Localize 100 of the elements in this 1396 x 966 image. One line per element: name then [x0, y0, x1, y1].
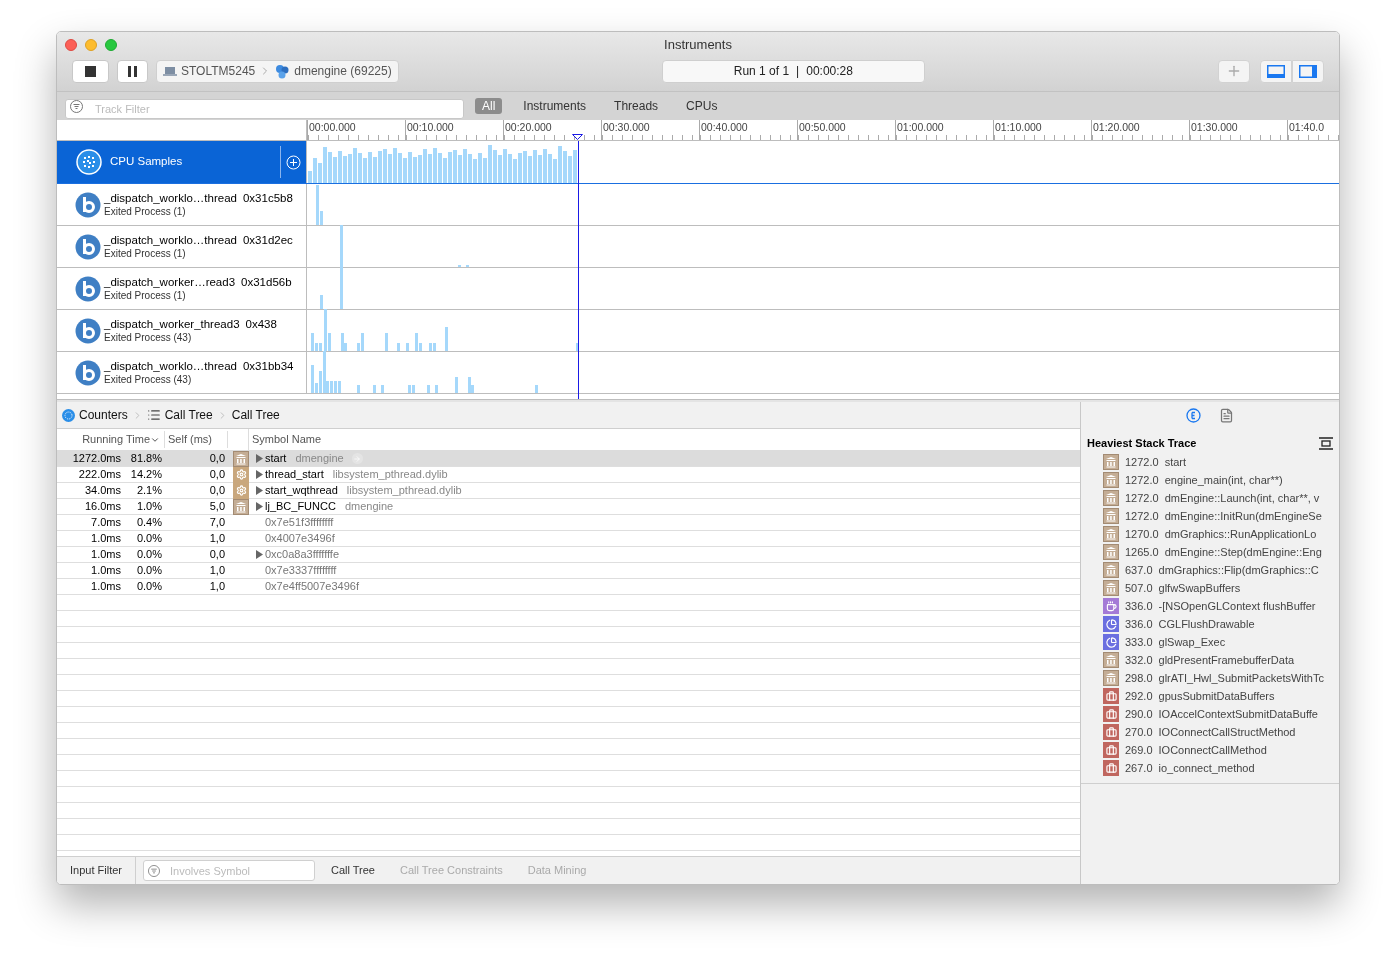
- call-tree-row[interactable]: 1.0ms 0.0% 1,0 0x7e3337ffffffff: [57, 563, 1080, 579]
- breadcrumb-item[interactable]: Counters: [79, 406, 128, 424]
- call-tree-row[interactable]: 222.0ms 14.2% 0,0 thread_start libsystem_pthread.dylib: [57, 467, 1080, 483]
- stack-frame-row[interactable]: 1272.0 engine_main(int, char**): [1103, 471, 1339, 489]
- stack-frame-row[interactable]: 333.0 glSwap_Exec: [1103, 633, 1339, 651]
- target-device: STOLTM5245: [181, 63, 256, 80]
- stack-frame-row[interactable]: 270.0 IOConnectCallStructMethod: [1103, 723, 1339, 741]
- track-filter-field[interactable]: Track Filter: [65, 99, 464, 119]
- column-header[interactable]: Self (ms): [165, 431, 228, 448]
- cpu-samples-icon: [76, 149, 102, 175]
- breadcrumb-item[interactable]: Call Tree: [164, 406, 213, 424]
- call-tree-row[interactable]: 1272.0ms 81.8% 0,0 start dmengine: [57, 451, 1080, 467]
- symbol-name: thread_start: [265, 467, 324, 483]
- frame-weight: 1272.0: [1125, 508, 1159, 524]
- selected-track-row[interactable]: CPU Samples: [57, 141, 1339, 184]
- running-percent: 2.1%: [135, 483, 162, 499]
- process-status: Exited Process (1): [104, 289, 187, 302]
- globe-icon: [62, 408, 75, 422]
- column-header[interactable]: Running Time: [82, 431, 150, 448]
- stack-frame-row[interactable]: 336.0 -[NSOpenGLContext flushBuffer: [1103, 597, 1339, 615]
- filter-tab[interactable]: CPUs: [679, 98, 725, 114]
- track-row[interactable]: _dispatch_worklo…thread 0x31bb34 Exited Process (43): [57, 352, 1339, 394]
- filter-tab[interactable]: Instruments: [516, 98, 594, 114]
- stack-frame-row[interactable]: 292.0 gpusSubmitDataBuffers: [1103, 687, 1339, 705]
- bottom-panel-toggle[interactable]: [1260, 59, 1292, 83]
- frame-weight: 1272.0: [1125, 454, 1159, 470]
- disclosure-triangle-icon[interactable]: [256, 550, 263, 559]
- stack-frame-row[interactable]: 1265.0 dmEngine::Step(dmEngine::Eng: [1103, 543, 1339, 561]
- track-row[interactable]: _dispatch_worklo…thread 0x31d2ec Exited Process (1): [57, 226, 1339, 268]
- column-header[interactable]: Symbol Name: [249, 431, 322, 448]
- disclosure-triangle-icon[interactable]: [256, 502, 263, 511]
- address-text: 0x4007e3496f: [265, 531, 335, 547]
- separator-text: |: [796, 63, 800, 80]
- frame-weight: 292.0: [1125, 688, 1153, 704]
- time-tick-label: 01:30.000: [1190, 120, 1239, 134]
- stack-frame-row[interactable]: 269.0 IOConnectCallMethod: [1103, 741, 1339, 759]
- running-time: 1.0ms: [90, 531, 121, 547]
- running-time: 34.0ms: [83, 483, 121, 499]
- stack-frame-row[interactable]: 267.0 io_connect_method: [1103, 759, 1339, 777]
- library-icon: [1103, 670, 1119, 686]
- collapse-icon[interactable]: [1319, 436, 1333, 450]
- extended-detail-tab[interactable]: [1186, 408, 1201, 423]
- pause-button[interactable]: [117, 59, 148, 83]
- stack-frame-row[interactable]: 336.0 CGLFlushDrawable: [1103, 615, 1339, 633]
- self-time: 0,0: [208, 483, 225, 499]
- symbol-filter-field[interactable]: Involves Symbol: [142, 860, 315, 881]
- frame-symbol: gpusSubmitDataBuffers: [1158, 688, 1275, 704]
- disclosure-triangle-icon[interactable]: [256, 470, 263, 479]
- library-icon: [1103, 580, 1119, 596]
- self-time: 0,0: [208, 451, 225, 467]
- call-tree-row[interactable]: 1.0ms 0.0% 1,0 0x7e4ff5007e3496f: [57, 579, 1080, 595]
- track-row[interactable]: _dispatch_worklo…thread 0x31c5b8 Exited Process (1): [57, 184, 1339, 226]
- playhead-marker-icon[interactable]: [572, 134, 583, 140]
- right-panel-toggle[interactable]: [1292, 59, 1324, 83]
- document-tab[interactable]: [1219, 408, 1234, 423]
- frame-weight: 298.0: [1125, 670, 1153, 686]
- zoom-button[interactable]: [105, 38, 117, 51]
- call-tree-row[interactable]: 7.0ms 0.4% 7,0 0x7e51f3ffffffff: [57, 515, 1080, 531]
- frame-symbol: CGLFlushDrawable: [1158, 616, 1255, 632]
- thread-id: 0x31d56b: [241, 275, 292, 289]
- track-row[interactable]: _dispatch_worker…read3 0x31d56b Exited Process (1): [57, 268, 1339, 310]
- stack-frame-row[interactable]: 637.0 dmGraphics::Flip(dmGraphics::C: [1103, 561, 1339, 579]
- thread-id: 0x438: [245, 317, 277, 331]
- breadcrumb-item[interactable]: Call Tree: [231, 406, 280, 424]
- stack-frame-row[interactable]: 290.0 IOAccelContextSubmitDataBuffe: [1103, 705, 1339, 723]
- filter-tab[interactable]: Threads: [607, 98, 666, 114]
- thread-name: _dispatch_worker…read3: [104, 275, 236, 289]
- plus-icon: [1226, 63, 1242, 79]
- disclosure-triangle-icon[interactable]: [256, 486, 263, 495]
- time-tick-label: 00:30.000: [602, 120, 651, 134]
- call-tree-row[interactable]: 16.0ms 1.0% 5,0 lj_BC_FUNCC dmengine: [57, 499, 1080, 515]
- add-circle-icon[interactable]: [286, 154, 301, 170]
- frame-weight: 290.0: [1125, 706, 1153, 722]
- call-tree-row[interactable]: 1.0ms 0.0% 1,0 0x4007e3496f: [57, 531, 1080, 547]
- disclosure-triangle-icon[interactable]: [256, 454, 263, 463]
- window-title: Instruments: [664, 35, 732, 54]
- stack-frame-row[interactable]: 1272.0 dmEngine::InitRun(dmEngineSe: [1103, 507, 1339, 525]
- track-row[interactable]: _dispatch_worker_thread3 0x438 Exited Process (43): [57, 310, 1339, 352]
- library-name: libsystem_pthread.dylib: [332, 467, 448, 483]
- briefcase-icon: [1103, 688, 1119, 704]
- thread-icon: [75, 233, 101, 260]
- thread-name: _dispatch_worker_thread3: [104, 317, 240, 331]
- running-percent: 0.0%: [135, 579, 162, 595]
- stack-frame-row[interactable]: 332.0 gldPresentFramebufferData: [1103, 651, 1339, 669]
- library-icon: [1103, 544, 1119, 560]
- stack-frame-row[interactable]: 1272.0 dmEngine::Launch(int, char**, v: [1103, 489, 1339, 507]
- laptop-icon: [163, 66, 177, 76]
- detail-tab[interactable]: Call Tree: [330, 862, 375, 879]
- close-button[interactable]: [65, 38, 77, 51]
- stack-frame-row[interactable]: 298.0 glrATI_Hwl_SubmitPacketsWithTc: [1103, 669, 1339, 687]
- call-tree-row[interactable]: 1.0ms 0.0% 0,0 0xc0a8a3fffffffe: [57, 547, 1080, 563]
- stack-frame-row[interactable]: 507.0 glfwSwapBuffers: [1103, 579, 1339, 597]
- self-time: 0,0: [208, 467, 225, 483]
- stop-button[interactable]: [72, 59, 109, 83]
- stack-frame-row[interactable]: 1272.0 start: [1103, 453, 1339, 471]
- call-tree-row[interactable]: 34.0ms 2.1% 0,0 start_wqthread libsystem_pthread.dylib: [57, 483, 1080, 499]
- target-selector[interactable]: STOLTM5245 dmengine (69225): [156, 59, 399, 83]
- stack-frame-row[interactable]: 1270.0 dmGraphics::RunApplicationLo: [1103, 525, 1339, 543]
- gear-cluster-icon: [275, 63, 291, 79]
- frame-symbol: IOConnectCallStructMethod: [1158, 724, 1296, 740]
